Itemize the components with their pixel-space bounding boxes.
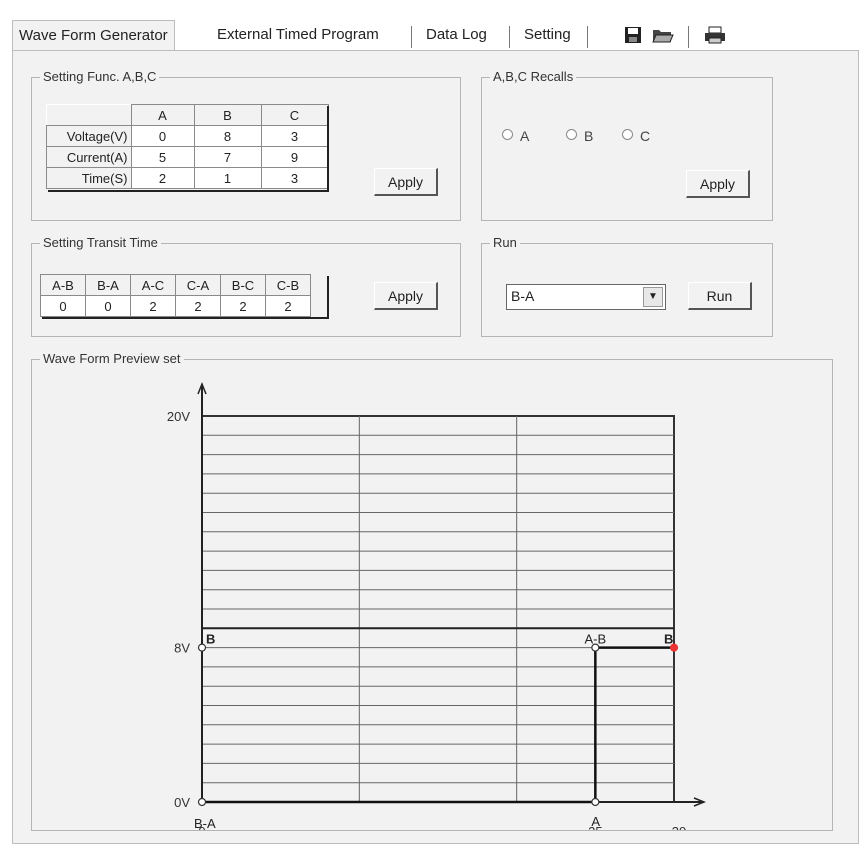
transit-cell[interactable]: 2	[130, 295, 176, 317]
chart-state-label: B	[664, 631, 673, 646]
floppy-disk-icon[interactable]	[622, 26, 644, 46]
recall-radio-b[interactable]: B	[566, 128, 593, 144]
recall-group: A,B,C Recalls A B C Apply	[481, 69, 773, 221]
func-col-a: A	[130, 104, 195, 126]
transit-group: Setting Transit Time A-B B-A A-C C-A B-C…	[31, 235, 461, 337]
func-apply-button[interactable]: Apply	[374, 168, 438, 196]
func-cell[interactable]: 9	[260, 146, 329, 168]
radio-circle-icon	[502, 129, 513, 140]
func-col-c: C	[260, 104, 329, 126]
transit-col: C-A	[175, 274, 221, 296]
func-cell[interactable]: 1	[193, 167, 262, 189]
func-table: A B C Voltage(V) 0 8 3 Current(A) 5 7 9 …	[46, 104, 329, 189]
func-group-title: Setting Func. A,B,C	[40, 69, 160, 84]
func-row-label: Voltage(V)	[46, 125, 132, 147]
preview-group: Wave Form Preview set 20V8V0V02530B-AABA…	[31, 351, 833, 831]
func-cell[interactable]: 0	[130, 125, 195, 147]
func-cell[interactable]: 3	[260, 125, 329, 147]
radio-circle-icon	[566, 129, 577, 140]
tab-wave-form-generator[interactable]: Wave Form Generator	[12, 20, 175, 51]
chevron-down-icon[interactable]: ▼	[643, 287, 663, 307]
transit-col: C-B	[265, 274, 311, 296]
func-cell[interactable]: 8	[193, 125, 262, 147]
func-row-label: Time(S)	[46, 167, 132, 189]
func-cell[interactable]: 2	[130, 167, 195, 189]
run-sequence-select[interactable]: B-A ▼	[506, 284, 666, 310]
table-shadow	[327, 276, 329, 319]
transit-col: A-C	[130, 274, 176, 296]
transit-col: A-B	[40, 274, 86, 296]
recall-group-title: A,B,C Recalls	[490, 69, 577, 84]
tab-external-timed-program[interactable]: External Timed Program	[217, 26, 379, 43]
chart-data-point	[591, 797, 600, 807]
transit-col: B-C	[220, 274, 266, 296]
transit-cell[interactable]: 0	[85, 295, 131, 317]
tab-separator	[411, 26, 412, 48]
recall-apply-button[interactable]: Apply	[686, 170, 750, 198]
chart-y-tick-label: 0V	[174, 795, 190, 810]
func-cell[interactable]: 5	[130, 146, 195, 168]
chart-data-point	[197, 643, 207, 652]
wave-form-chart: 20V8V0V02530B-AABA-BB	[167, 381, 707, 830]
chart-y-tick-label: 20V	[167, 409, 190, 424]
printer-icon[interactable]	[704, 26, 726, 46]
transit-apply-button[interactable]: Apply	[374, 282, 438, 310]
radio-circle-icon	[622, 129, 633, 140]
func-row-label: Current(A)	[46, 146, 132, 168]
chart-state-label: A	[591, 814, 600, 829]
run-button[interactable]: Run	[688, 282, 752, 310]
toolbar-separator	[688, 26, 689, 48]
transit-group-title: Setting Transit Time	[40, 235, 161, 250]
tab-bar: Wave Form Generator External Timed Progr…	[12, 16, 857, 51]
transit-cell[interactable]: 2	[265, 295, 311, 317]
transit-cell[interactable]: 2	[220, 295, 266, 317]
func-cell[interactable]: 7	[193, 146, 262, 168]
table-shadow	[48, 190, 328, 192]
tab-separator	[509, 26, 510, 48]
run-sequence-value: B-A	[511, 288, 535, 304]
chart-x-tick-label: 30	[672, 824, 686, 830]
chart-state-label: A-B	[584, 631, 606, 646]
transit-cell[interactable]: 0	[40, 295, 86, 317]
chart-data-point	[197, 797, 207, 807]
chart-grid	[197, 381, 707, 807]
chart-y-tick-label: 8V	[174, 641, 190, 656]
run-group: Run B-A ▼ Run	[481, 235, 773, 337]
transit-table: A-B B-A A-C C-A B-C C-B 0 0 2 2 2 2	[40, 274, 311, 317]
transit-cell[interactable]: 2	[175, 295, 221, 317]
tab-data-log[interactable]: Data Log	[426, 26, 487, 43]
func-col-b: B	[193, 104, 262, 126]
chart-state-label: B-A	[194, 816, 216, 830]
table-shadow	[327, 106, 329, 192]
chart-state-label: B	[206, 631, 215, 646]
open-folder-icon[interactable]	[652, 26, 674, 46]
tab-setting[interactable]: Setting	[524, 26, 571, 43]
recall-radio-c[interactable]: C	[622, 128, 650, 144]
recall-radio-a[interactable]: A	[502, 128, 529, 144]
func-group: Setting Func. A,B,C A B C Voltage(V) 0 8…	[31, 69, 461, 221]
transit-col: B-A	[85, 274, 131, 296]
func-cell[interactable]: 3	[260, 167, 329, 189]
tab-separator	[587, 26, 588, 48]
wave-form-generator-panel: Setting Func. A,B,C A B C Voltage(V) 0 8…	[12, 50, 859, 844]
table-shadow	[42, 317, 328, 319]
run-group-title: Run	[490, 235, 520, 250]
